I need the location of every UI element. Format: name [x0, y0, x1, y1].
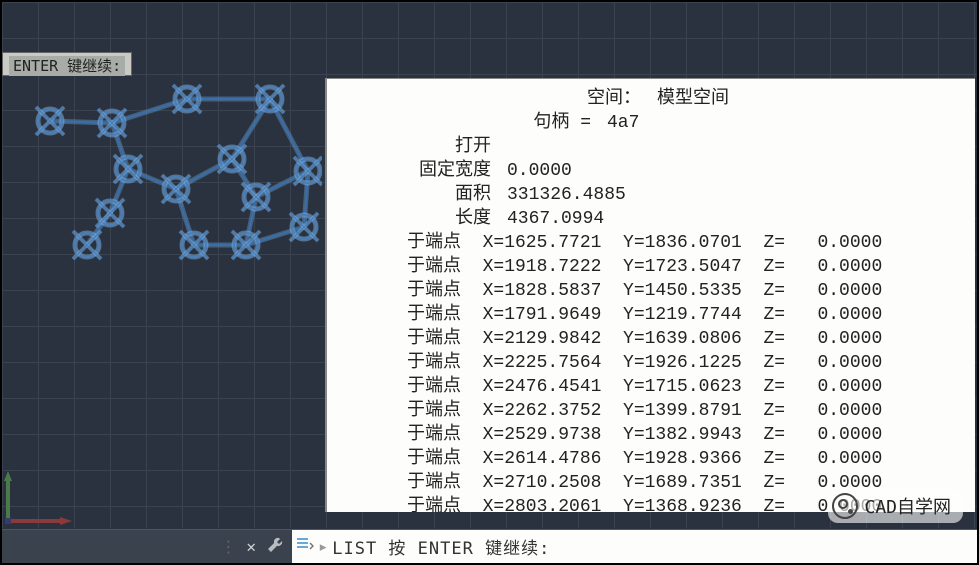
command-lines-icon: [296, 535, 314, 558]
close-icon[interactable]: ✕: [246, 537, 256, 556]
polyline-nodes: [2, 67, 322, 287]
ucs-icon: [2, 467, 82, 527]
list-output-window: 空间：模型空间句柄 =4a7打开固定宽度0.0000面积331326.4885长…: [325, 78, 975, 512]
command-bar: ⋮ ✕ ▸ LIST 按 ENTER 键继续:: [2, 529, 977, 563]
divider-icon: ⋮: [220, 537, 236, 556]
command-text: LIST 按 ENTER 键继续:: [332, 534, 550, 559]
command-input-area[interactable]: ▸ LIST 按 ENTER 键继续:: [292, 530, 977, 563]
wechat-icon: [832, 493, 858, 519]
command-arrow: ▸: [318, 537, 328, 557]
watermark: CAD自学网: [828, 489, 963, 523]
wrench-icon[interactable]: [266, 536, 284, 558]
command-bar-tools: ⋮ ✕: [2, 530, 292, 563]
watermark-text: CAD自学网: [864, 493, 951, 519]
